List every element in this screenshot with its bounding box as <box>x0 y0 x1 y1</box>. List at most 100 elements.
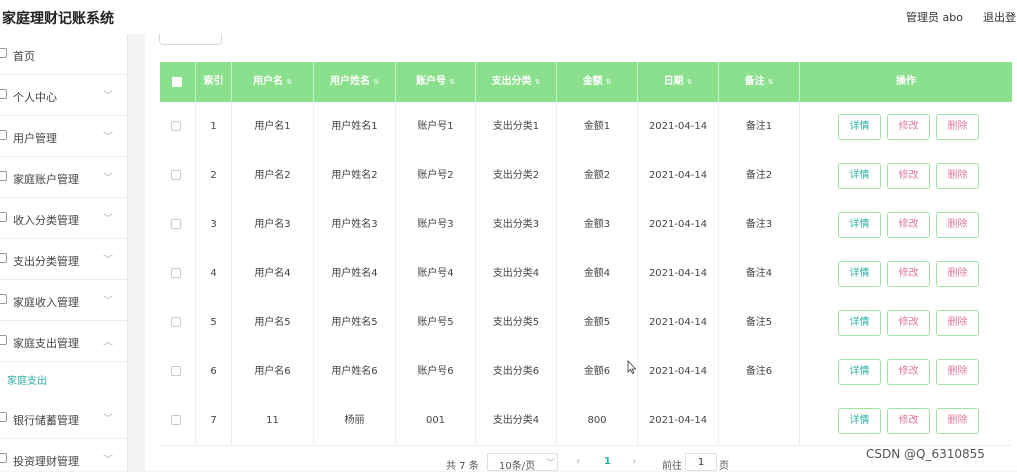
sidebar-item-bank[interactable]: 银行储蓄管理 ﹀ <box>0 398 127 439</box>
page-number-current[interactable]: 1 <box>604 456 611 467</box>
edit-button[interactable]: 修改 <box>887 163 930 189</box>
cell-amount: 金额3 <box>557 200 638 249</box>
delete-button[interactable]: 删除 <box>936 408 979 434</box>
header-cell[interactable]: 备注 ⇅ <box>719 62 800 102</box>
top-header: 家庭理财记账系统 管理员 abo 退出登 <box>0 0 1017 34</box>
detail-button[interactable]: 详情 <box>838 310 881 336</box>
detail-button[interactable]: 详情 <box>838 408 881 434</box>
goto-page-input[interactable] <box>685 453 717 471</box>
page-size-select[interactable]: 10条/页 ﹀ <box>487 453 558 472</box>
edit-button[interactable]: 修改 <box>887 359 930 385</box>
row-checkbox[interactable] <box>171 121 181 131</box>
row-checkbox[interactable] <box>171 366 181 376</box>
cell-select <box>160 249 196 298</box>
table-row: 3 用户名3 用户姓名3 账户号3 支出分类3 金额3 2021-04-14 备注3 详情 修改删… <box>160 200 1012 250</box>
detail-button[interactable]: 详情 <box>838 114 881 140</box>
sort-icon[interactable]: ⇅ <box>286 78 292 86</box>
cell-name: 用户姓名6 <box>314 347 396 396</box>
chevron-down-icon: ﹀ <box>103 173 113 184</box>
app-title: 家庭理财记账系统 <box>2 11 114 27</box>
sort-icon[interactable]: ⇅ <box>606 78 612 86</box>
row-checkbox[interactable] <box>171 317 181 327</box>
sort-icon[interactable]: ⇅ <box>449 78 455 86</box>
sidebar-item-home[interactable]: 首页 <box>0 34 127 75</box>
row-checkbox[interactable] <box>171 219 181 229</box>
sort-icon[interactable]: ⇅ <box>768 78 774 86</box>
cell-amount: 金额2 <box>557 151 638 200</box>
cell-account: 账户号4 <box>396 249 476 298</box>
next-page-button[interactable]: › <box>632 456 636 467</box>
users-icon <box>0 130 7 140</box>
sidebar-item-users[interactable]: 用户管理 ﹀ <box>0 116 127 157</box>
cell-username: 用户名2 <box>232 151 314 200</box>
edit-button[interactable]: 修改 <box>887 114 930 140</box>
cell-date: 2021-04-14 <box>638 102 719 151</box>
cell-category: 支出分类5 <box>476 298 557 347</box>
detail-button[interactable]: 详情 <box>838 212 881 238</box>
sort-icon[interactable]: ⇅ <box>687 78 693 86</box>
header-cell[interactable]: 日期 ⇅ <box>638 62 719 102</box>
sort-icon[interactable]: ⇅ <box>535 78 541 86</box>
cell-category: 支出分类1 <box>476 102 557 151</box>
header-cell[interactable]: 用户姓名 ⇅ <box>314 62 396 102</box>
cell-index: 2 <box>196 151 232 200</box>
cell-account: 账户号2 <box>396 151 476 200</box>
home-icon <box>0 48 7 58</box>
detail-button[interactable]: 详情 <box>838 359 881 385</box>
header-cell[interactable]: 账户号 ⇅ <box>396 62 476 102</box>
delete-button[interactable]: 删除 <box>936 261 979 287</box>
account-icon <box>0 171 7 181</box>
expense-icon <box>0 335 7 345</box>
page-size-value: 10条/页 <box>499 461 536 472</box>
header-cell[interactable]: 金额 ⇅ <box>557 62 638 102</box>
chevron-down-icon: ﹀ <box>103 132 113 143</box>
watermark: CSDN @Q_6310855 <box>866 447 985 461</box>
pagination-total: 共 7 条 <box>446 461 479 472</box>
detail-button[interactable]: 详情 <box>838 163 881 189</box>
sort-icon[interactable]: ⇅ <box>373 78 379 86</box>
cell-account: 账户号5 <box>396 298 476 347</box>
cell-username: 用户名4 <box>232 249 314 298</box>
cell-note: 备注2 <box>719 151 800 200</box>
chevron-down-icon: ﹀ <box>103 414 113 425</box>
prev-page-button[interactable]: ‹ <box>576 456 580 467</box>
header-cell[interactable]: 支出分类 ⇅ <box>476 62 557 102</box>
cell-category: 支出分类6 <box>476 347 557 396</box>
delete-button[interactable]: 删除 <box>936 359 979 385</box>
chevron-down-icon: ﹀ <box>103 296 113 307</box>
cell-note: 备注5 <box>719 298 800 347</box>
detail-button[interactable]: 详情 <box>838 261 881 287</box>
edit-button[interactable]: 修改 <box>887 310 930 336</box>
delete-button[interactable]: 删除 <box>936 163 979 189</box>
cell-name: 用户姓名2 <box>314 151 396 200</box>
sidebar-subitem-label: 家庭支出 <box>7 376 47 387</box>
sidebar-item-income[interactable]: 家庭收入管理 ﹀ <box>0 280 127 321</box>
delete-button[interactable]: 删除 <box>936 310 979 336</box>
select-all-checkbox[interactable] <box>172 77 182 87</box>
chevron-down-icon: ﹀ <box>103 91 113 102</box>
header-cell[interactable]: 用户名 ⇅ <box>232 62 314 102</box>
header-select-all[interactable] <box>160 62 196 102</box>
cell-name: 用户姓名1 <box>314 102 396 151</box>
sidebar-item-income-category[interactable]: 收入分类管理 ﹀ <box>0 198 127 239</box>
cell-username: 用户名5 <box>232 298 314 347</box>
delete-button[interactable]: 删除 <box>936 212 979 238</box>
edit-button[interactable]: 修改 <box>887 212 930 238</box>
sidebar-item-accounts[interactable]: 家庭账户管理 ﹀ <box>0 157 127 198</box>
sidebar-subitem-expense[interactable]: 家庭支出 <box>0 360 127 398</box>
sidebar-item-expense[interactable]: 家庭支出管理 ︿ <box>0 321 127 362</box>
edit-button[interactable]: 修改 <box>887 261 930 287</box>
sidebar-item-profile[interactable]: 个人中心 ﹀ <box>0 75 127 116</box>
edit-button[interactable]: 修改 <box>887 408 930 434</box>
cell-amount: 金额4 <box>557 249 638 298</box>
row-checkbox[interactable] <box>171 170 181 180</box>
delete-button[interactable]: 删除 <box>936 114 979 140</box>
table-header: 索引 用户名 ⇅ 用户姓名 ⇅ 账户号 ⇅ 支出分类 ⇅ 金额 ⇅ 日期 ⇅ 备注 ⇅ 操作 <box>160 62 1012 102</box>
row-checkbox[interactable] <box>171 415 181 425</box>
sidebar-item-expense-category[interactable]: 支出分类管理 ﹀ <box>0 239 127 280</box>
sidebar-item-invest[interactable]: 投资理财管理 ﹀ <box>0 439 127 471</box>
row-checkbox[interactable] <box>171 268 181 278</box>
sidebar-item-label: 支出分类管理 <box>13 255 79 268</box>
toolbar-button[interactable] <box>159 34 222 45</box>
logout-link[interactable]: 退出登 <box>983 9 1016 25</box>
